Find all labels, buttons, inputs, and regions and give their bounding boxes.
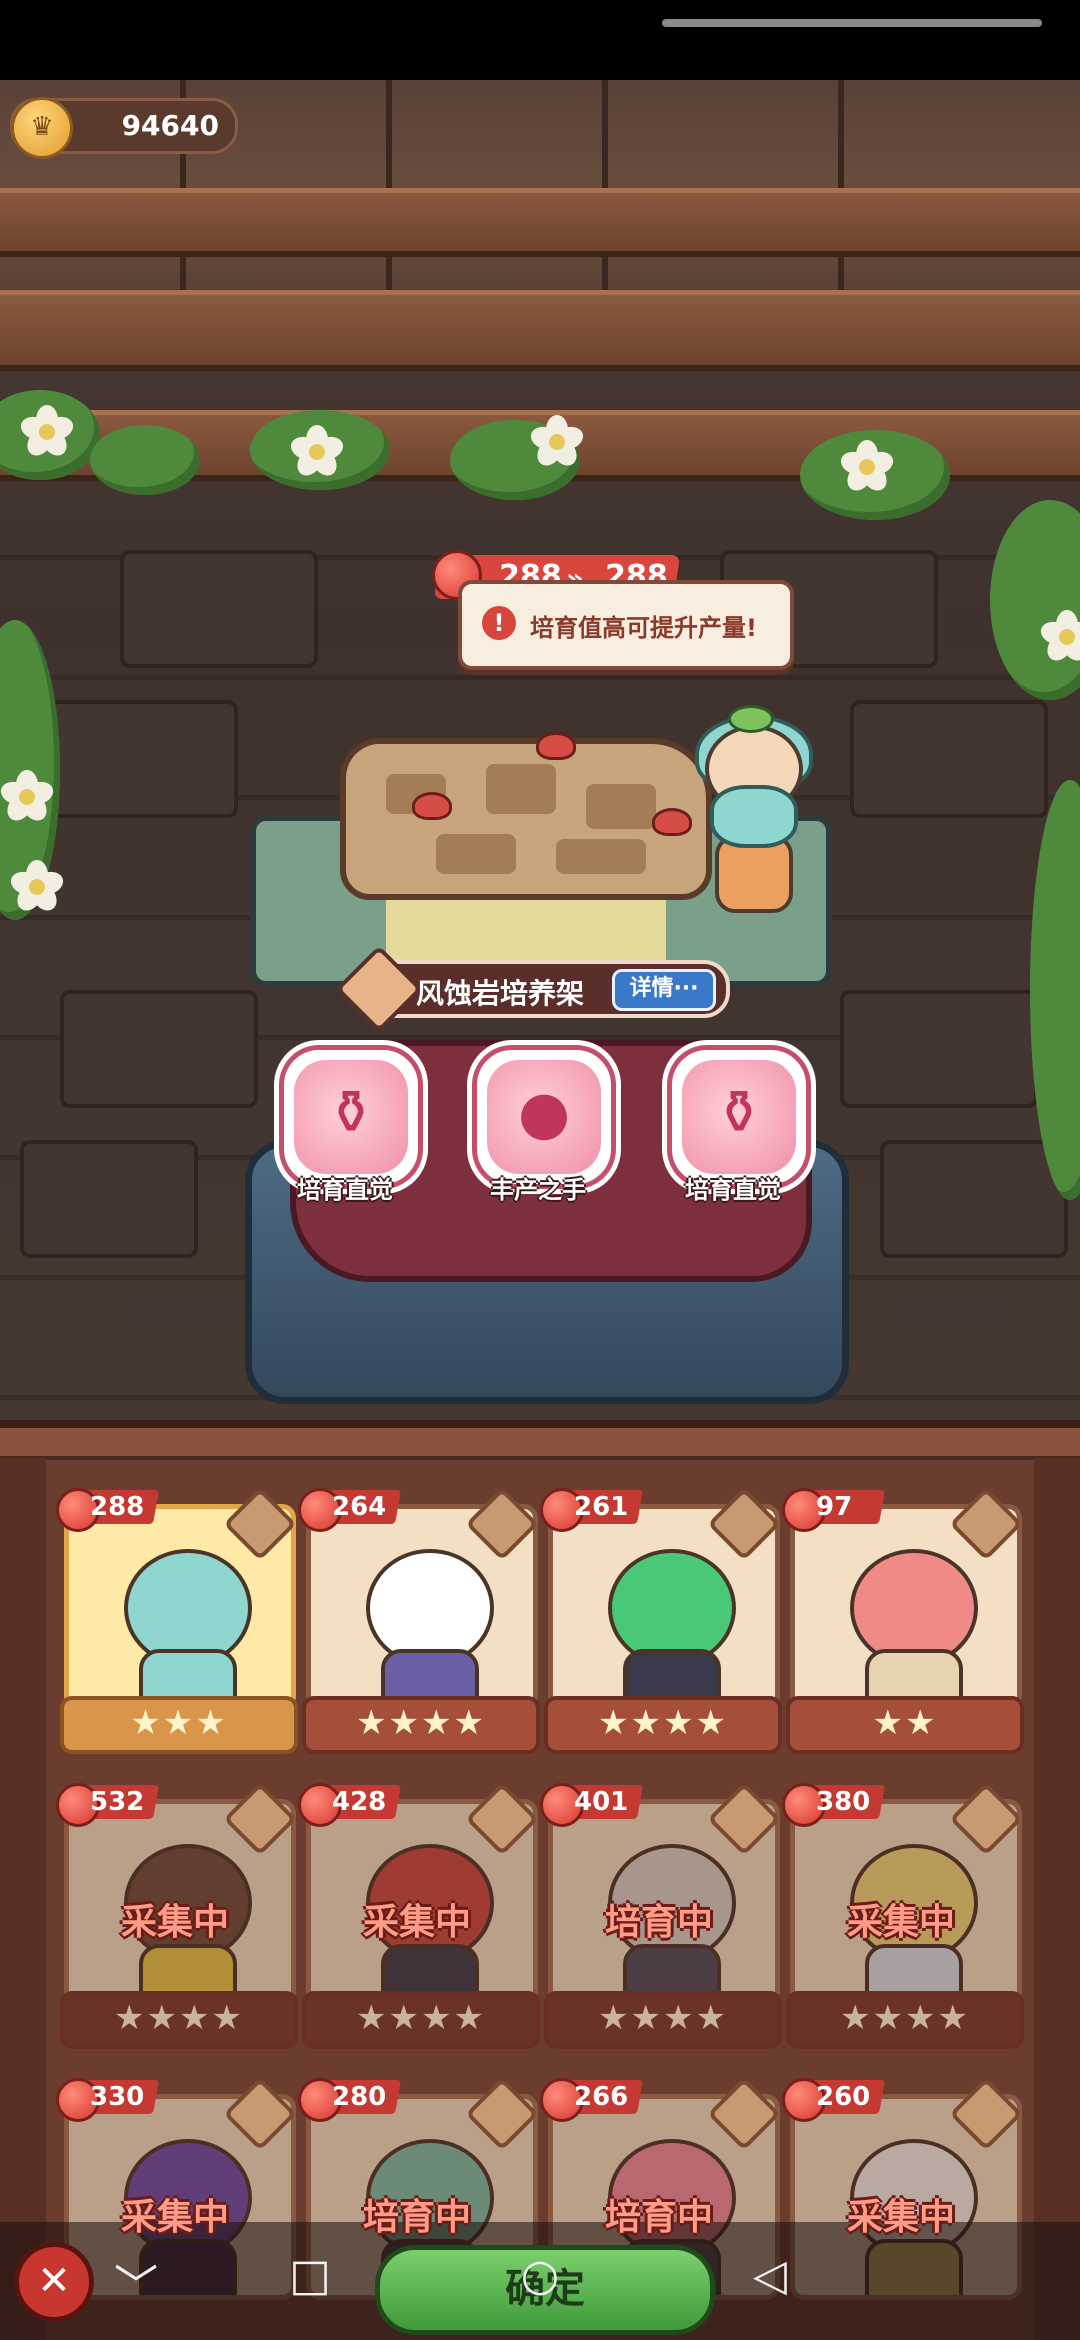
card-status: 采集中 — [120, 1902, 229, 1943]
flower — [0, 770, 57, 826]
star-rating: ★★★★ — [544, 1991, 782, 2049]
wall-brick — [20, 1140, 198, 1258]
growth-value-tag: 266 — [540, 2078, 650, 2122]
flower — [837, 440, 897, 496]
vine-leaf — [1030, 780, 1080, 1200]
flower — [527, 415, 587, 471]
growth-value-tag: 261 — [540, 1488, 650, 1532]
back-icon[interactable]: ◁ — [740, 2250, 800, 2301]
wall-brick — [40, 700, 238, 818]
flower — [7, 860, 67, 916]
bug-icon — [536, 732, 576, 760]
character-card[interactable]: 288 ★★★ — [56, 1487, 298, 1768]
star-rating: ★★★★ — [544, 1696, 782, 1754]
vine-leaf — [90, 425, 200, 495]
star-rating: ★★★★ — [60, 1991, 298, 2049]
apple-hand-icon: ● — [487, 1060, 601, 1174]
ceiling-plank — [608, 80, 844, 290]
character-card[interactable]: 380 采集中 ★★★★ — [782, 1782, 1024, 2063]
ceiling-plank — [844, 80, 1080, 290]
character-portrait — [598, 1549, 738, 1705]
game-screen: ♛ 94640 288 288 » ! 培育值高可提升产量! 风蚀岩培养架 详情… — [0, 0, 1080, 2340]
growth-value-tag: 260 — [782, 2078, 892, 2122]
chevron-down-icon[interactable]: ﹀ — [108, 2250, 164, 2314]
card-status: 培育中 — [362, 2197, 471, 2238]
close-button[interactable]: ✕ — [14, 2242, 94, 2322]
star-rating: ★★★★ — [786, 1991, 1024, 2049]
skill-label-3: 培育直觉 — [685, 1176, 781, 1204]
skill-label-2: 丰产之手 — [490, 1176, 586, 1204]
panel-rail — [0, 1428, 1080, 1460]
character-portrait — [114, 1549, 254, 1705]
ceiling-plank — [392, 80, 608, 290]
star-rating: ★★ — [786, 1696, 1024, 1754]
flower — [1037, 610, 1080, 666]
star-rating: ★★★ — [60, 1696, 298, 1754]
gesture-pill — [662, 19, 1042, 27]
growth-value-tag: 380 — [782, 1783, 892, 1827]
card-status: 培育中 — [604, 1902, 713, 1943]
watering-can-icon: ⚱ — [294, 1060, 408, 1174]
crown-coin-icon: ♛ — [11, 97, 73, 159]
growth-value-tag: 280 — [298, 2078, 408, 2122]
character-portrait — [356, 1549, 496, 1705]
status-bar — [0, 0, 1080, 80]
growth-value-tag: 330 — [56, 2078, 166, 2122]
wall-brick — [840, 990, 1038, 1108]
flower — [287, 425, 347, 481]
character-card[interactable]: 532 采集中 ★★★★ — [56, 1782, 298, 2063]
wood-beam — [0, 188, 1080, 257]
wall-brick — [120, 550, 318, 668]
card-status: 采集中 — [362, 1902, 471, 1943]
character-card[interactable]: 428 采集中 ★★★★ — [298, 1782, 540, 2063]
flower — [17, 405, 77, 461]
skill-slot-1[interactable]: ⚱ — [279, 1045, 423, 1189]
character-card[interactable]: 97 ★★ — [782, 1487, 1024, 1768]
card-status: 采集中 — [846, 2197, 955, 2238]
panel-side — [0, 1458, 46, 2340]
card-status: 采集中 — [120, 2197, 229, 2238]
wall-brick — [60, 990, 258, 1108]
wall-brick — [850, 700, 1048, 818]
growth-value-tag: 97 — [782, 1488, 892, 1532]
currency-value: 94640 — [121, 109, 219, 142]
character-panel: 288 ★★★ 264 ★★★★ 261 ★★★★ 97 ★★ 532 采集中 … — [0, 1420, 1080, 2340]
panel-side — [1034, 1458, 1080, 2340]
growth-value-tag: 264 — [298, 1488, 408, 1532]
bug-icon — [652, 808, 692, 836]
growth-value-tag: 428 — [298, 1783, 408, 1827]
station-name: 风蚀岩培养架 — [416, 977, 585, 1010]
wood-beam — [0, 290, 1080, 371]
bug-icon — [412, 792, 452, 820]
vine-leaf — [990, 500, 1080, 700]
growth-value-tag: 288 — [56, 1488, 166, 1532]
growth-tip-text: 培育值高可提升产量! — [530, 614, 757, 642]
growth-value-tag: 401 — [540, 1783, 650, 1827]
star-rating: ★★★★ — [302, 1696, 540, 1754]
station-name-banner: 风蚀岩培养架 详情··· — [335, 945, 730, 1033]
recent-apps-icon[interactable]: □ — [280, 2250, 340, 2301]
character-card[interactable]: 401 培育中 ★★★★ — [540, 1782, 782, 2063]
skill-slot-2[interactable]: ● — [472, 1045, 616, 1189]
character-portrait — [840, 1549, 980, 1705]
card-status: 采集中 — [846, 1902, 955, 1943]
leaf-icon — [728, 705, 774, 733]
keeper-beard — [710, 785, 798, 848]
warning-icon: ! — [482, 606, 516, 640]
card-status: 培育中 — [604, 2197, 713, 2238]
skill-slot-3[interactable]: ⚱ — [667, 1045, 811, 1189]
home-icon[interactable]: ○ — [510, 2250, 570, 2301]
currency-counter[interactable]: ♛ 94640 — [10, 97, 238, 159]
wall-brick — [880, 1140, 1068, 1258]
character-card[interactable]: 261 ★★★★ — [540, 1487, 782, 1768]
growth-tip-bubble: ! 培育值高可提升产量! — [458, 580, 794, 670]
growth-value-tag: 532 — [56, 1783, 166, 1827]
watering-can-icon: ⚱ — [682, 1060, 796, 1174]
character-card[interactable]: 264 ★★★★ — [298, 1487, 540, 1768]
keeper-character[interactable] — [690, 705, 813, 915]
detail-button[interactable]: 详情··· — [612, 969, 716, 1011]
skill-label-1: 培育直觉 — [297, 1176, 393, 1204]
star-rating: ★★★★ — [302, 1991, 540, 2049]
